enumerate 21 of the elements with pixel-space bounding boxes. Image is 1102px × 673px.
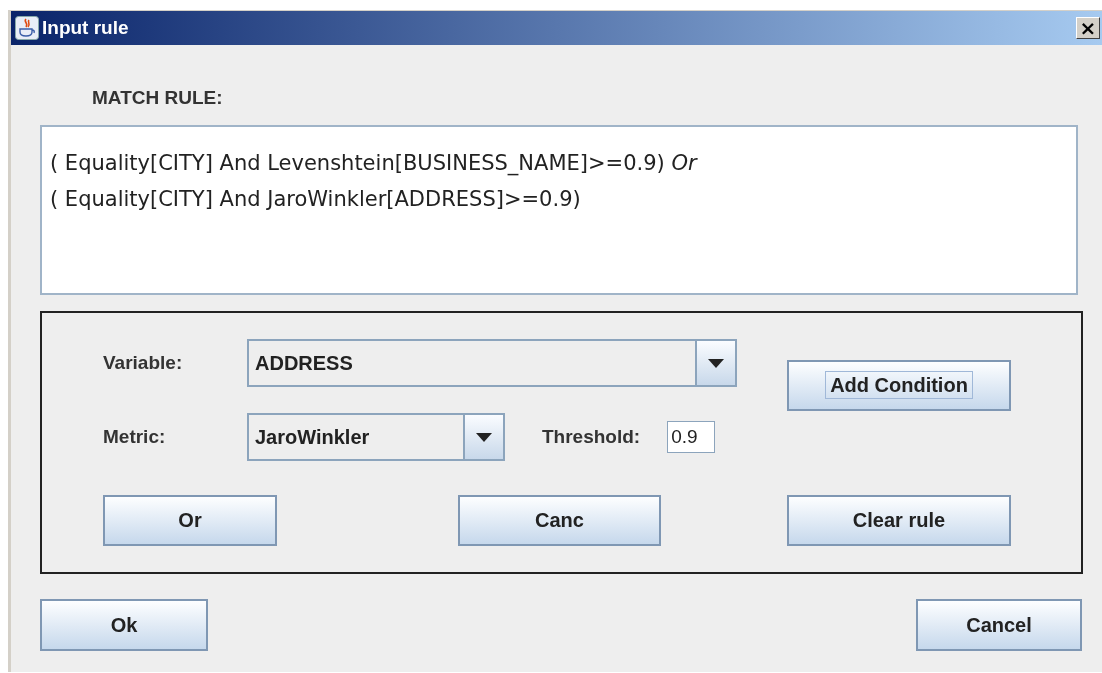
- rule-line: ( Equality[CITY] And Levenshtein[BUSINESS_NAME]>=0.9) Or: [50, 150, 699, 178]
- add-condition-button[interactable]: Add Condition: [787, 360, 1011, 411]
- dialog-button[interactable]: Ok: [40, 599, 208, 651]
- metric-dropdown[interactable]: JaroWinkler: [247, 413, 505, 461]
- rule-line: ( Equality[CITY] And JaroWinkler[ADDRESS]>=0.9): [50, 186, 582, 213]
- close-button[interactable]: ×: [1076, 17, 1100, 39]
- match-rule-label: MATCH RULE:: [92, 87, 224, 109]
- threshold-field[interactable]: 0.9: [667, 421, 716, 453]
- window-title: Input rule: [42, 17, 130, 39]
- threshold-label: Threshold:: [542, 426, 641, 448]
- panel-button[interactable]: Or: [103, 495, 277, 546]
- variable-label: Variable:: [103, 352, 184, 374]
- coffee-cup-icon: [15, 16, 39, 40]
- panel-button[interactable]: Canc: [458, 495, 661, 546]
- caret-icon: [708, 358, 724, 368]
- metric-label: Metric:: [103, 426, 167, 448]
- caret-icon: [476, 432, 492, 442]
- variable-dropdown[interactable]: ADDRESS: [247, 339, 737, 387]
- dialog-button[interactable]: Cancel: [916, 599, 1082, 651]
- rule-text-area[interactable]: ( Equality[CITY] And Levenshtein[BUSINESS_NAME]>=0.9) Or ( Equality[CITY] And JaroWinkler[ADDRESS]>=0.9): [40, 125, 1078, 295]
- panel-button[interactable]: Clear rule: [787, 495, 1011, 546]
